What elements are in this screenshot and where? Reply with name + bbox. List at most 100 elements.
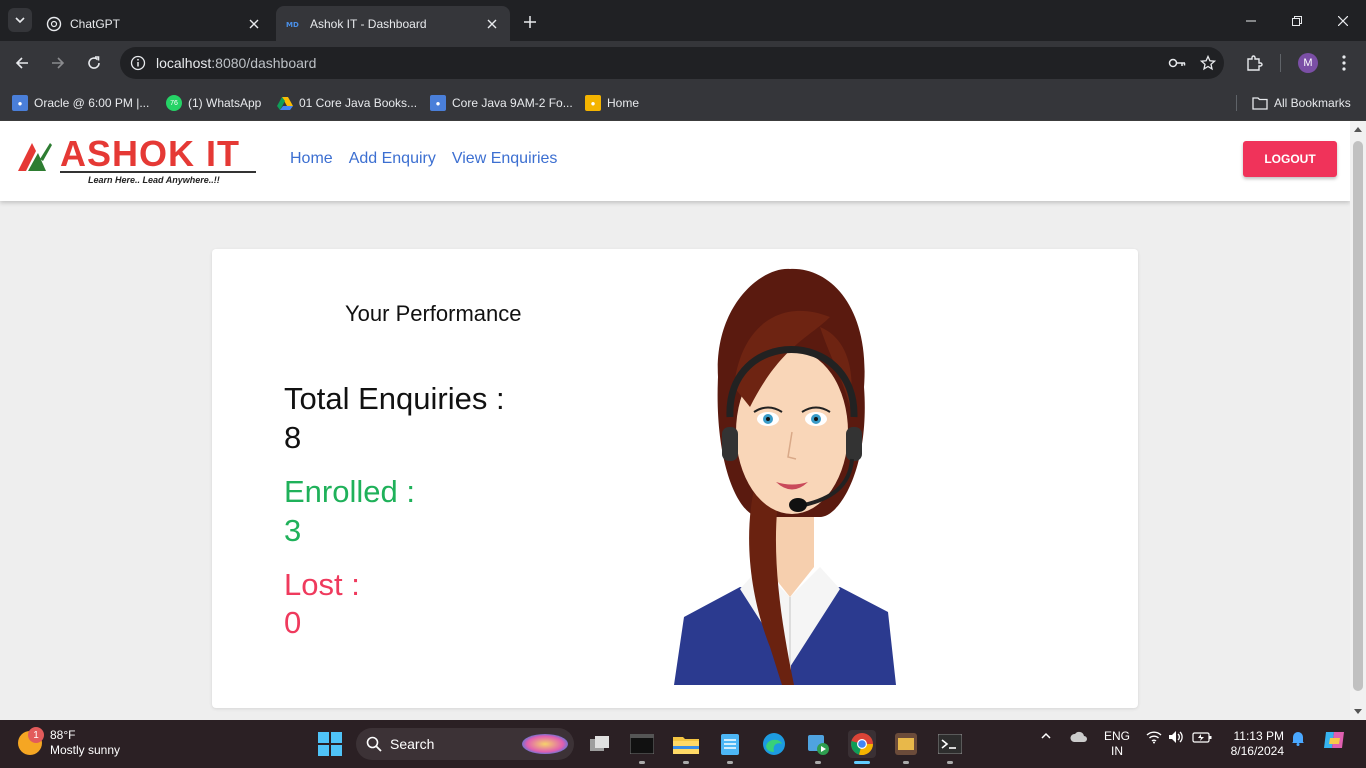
scrollbar-thumb[interactable]: [1353, 141, 1363, 691]
profile-button[interactable]: M: [1294, 49, 1322, 77]
lost-value: 0: [284, 605, 302, 640]
windows-logo-icon: [331, 745, 342, 756]
battery-icon[interactable]: [1192, 730, 1212, 747]
chevron-up-icon: [1041, 732, 1051, 739]
weather-text: 88°F Mostly sunny: [50, 728, 120, 758]
bookmark-label: Oracle @ 6:00 PM |...: [34, 96, 150, 110]
classroom-icon: ●: [12, 95, 28, 111]
notification-badge: 1: [28, 727, 44, 743]
edge-browser-icon[interactable]: [760, 730, 788, 758]
running-indicator: [639, 761, 645, 764]
lost-label: Lost :: [284, 567, 360, 602]
running-indicator: [903, 761, 909, 764]
tab-search-button[interactable]: [8, 8, 32, 32]
back-button[interactable]: [8, 49, 36, 77]
clock-date: 8/16/2024: [1230, 744, 1284, 758]
running-indicator: [854, 761, 870, 764]
bookmark-item[interactable]: ● Oracle @ 6:00 PM |...: [12, 92, 149, 114]
language-code: ENG: [1104, 729, 1131, 743]
plus-icon: [524, 16, 536, 28]
bookmark-item[interactable]: ● Core Java 9AM-2 Fo...: [430, 92, 573, 114]
media-player-icon[interactable]: [804, 730, 832, 764]
tab-title: Ashok IT - Dashboard: [310, 16, 427, 31]
total-enquiries-label: Total Enquiries :: [284, 381, 505, 416]
tab-strip: ChatGPT MD Ashok IT - Dashboard: [0, 0, 1366, 41]
spring-tool-icon[interactable]: [892, 730, 920, 764]
scroll-down-icon[interactable]: [1354, 707, 1362, 715]
nav-link-view-enquiries[interactable]: View Enquiries: [452, 150, 558, 168]
password-key-icon[interactable]: [1168, 55, 1186, 76]
close-icon[interactable]: [246, 16, 262, 32]
google-drive-icon: [277, 95, 293, 111]
address-bar-actions: [1168, 54, 1217, 76]
bookmark-label: Core Java 9AM-2 Fo...: [452, 96, 573, 110]
close-icon[interactable]: [484, 16, 500, 32]
weather-widget[interactable]: 1 88°F Mostly sunny: [18, 727, 120, 758]
site-favicon-icon: MD: [286, 16, 302, 32]
running-indicator: [947, 761, 953, 764]
scroll-up-icon[interactable]: [1354, 126, 1362, 134]
show-hidden-icons-button[interactable]: [1040, 730, 1052, 745]
page-scrollbar[interactable]: [1350, 121, 1366, 720]
bookmark-item[interactable]: 01 Core Java Books...: [277, 92, 417, 114]
address-bar[interactable]: localhost:8080/dashboard: [120, 47, 1224, 79]
weather-temp: 88°F: [50, 728, 76, 742]
bookmark-star-icon[interactable]: [1199, 54, 1217, 76]
terminal-app-icon[interactable]: [628, 730, 656, 764]
bookmark-label: (1) WhatsApp: [188, 96, 262, 110]
classroom-icon: ●: [585, 95, 601, 111]
extensions-button[interactable]: [1240, 49, 1268, 77]
tab-ashok-dashboard[interactable]: MD Ashok IT - Dashboard: [276, 6, 510, 41]
chrome-taskbar-icon[interactable]: [848, 730, 876, 764]
volume-icon[interactable]: [1168, 730, 1184, 747]
copilot-icon[interactable]: [1322, 728, 1346, 755]
nav-link-add-enquiry[interactable]: Add Enquiry: [349, 150, 436, 168]
bookmark-item[interactable]: 76 (1) WhatsApp: [166, 92, 261, 114]
classroom-icon: ●: [430, 95, 446, 111]
file-explorer-icon[interactable]: [672, 730, 700, 764]
tab-chatgpt[interactable]: ChatGPT: [36, 6, 272, 41]
avatar: M: [1298, 53, 1318, 73]
onedrive-icon[interactable]: [1070, 730, 1088, 747]
enrolled-label: Enrolled :: [284, 474, 415, 509]
notification-bell-icon[interactable]: [1290, 730, 1306, 749]
nav-link-home[interactable]: Home: [290, 150, 333, 168]
window-controls: [1228, 0, 1366, 41]
system-clock[interactable]: 11:13 PM 8/16/2024: [1224, 729, 1284, 759]
arrow-right-icon: [52, 57, 65, 69]
site-navbar: ASHOK IT Learn Here.. Lead Anywhere..!! …: [0, 121, 1350, 201]
site-info-icon[interactable]: [120, 55, 156, 71]
restore-button[interactable]: [1274, 0, 1320, 41]
running-indicator: [727, 761, 733, 764]
windows-logo-icon: [318, 732, 329, 743]
taskbar-search-box[interactable]: Search: [356, 728, 574, 760]
minimize-button[interactable]: [1228, 0, 1274, 41]
url-host: localhost: [156, 55, 212, 71]
chrome-menu-button[interactable]: [1330, 49, 1358, 77]
close-window-button[interactable]: [1320, 0, 1366, 41]
browser-toolbar: localhost:8080/dashboard M: [0, 41, 1366, 85]
ashok-it-logo[interactable]: ASHOK IT Learn Here.. Lead Anywhere..!!: [16, 133, 260, 189]
notepad-icon[interactable]: [716, 730, 744, 764]
command-prompt-icon[interactable]: [936, 730, 964, 764]
region-code: IN: [1111, 744, 1123, 758]
main-nav: Home Add Enquiry View Enquiries: [290, 150, 557, 168]
new-tab-button[interactable]: [518, 10, 542, 34]
chatgpt-icon: [46, 16, 62, 32]
search-highlight-icon: [522, 734, 568, 754]
bookmark-item[interactable]: ● Home: [585, 92, 639, 114]
language-indicator[interactable]: ENG IN: [1104, 729, 1130, 759]
start-button[interactable]: [318, 732, 342, 756]
url-path: :8080/dashboard: [211, 55, 317, 71]
windows-taskbar: 1 88°F Mostly sunny Search ENG IN 11:13 …: [0, 720, 1366, 768]
support-agent-illustration: [674, 268, 896, 685]
arrow-left-icon: [15, 57, 28, 69]
forward-button[interactable]: [44, 49, 72, 77]
reload-button[interactable]: [80, 49, 108, 77]
logout-button[interactable]: LOGOUT: [1243, 141, 1337, 177]
task-view-icon[interactable]: [586, 730, 614, 758]
wifi-icon[interactable]: [1146, 730, 1162, 747]
all-bookmarks-button[interactable]: All Bookmarks: [1252, 92, 1351, 114]
bookmarks-divider: [1236, 95, 1237, 111]
close-icon: [1338, 15, 1348, 26]
